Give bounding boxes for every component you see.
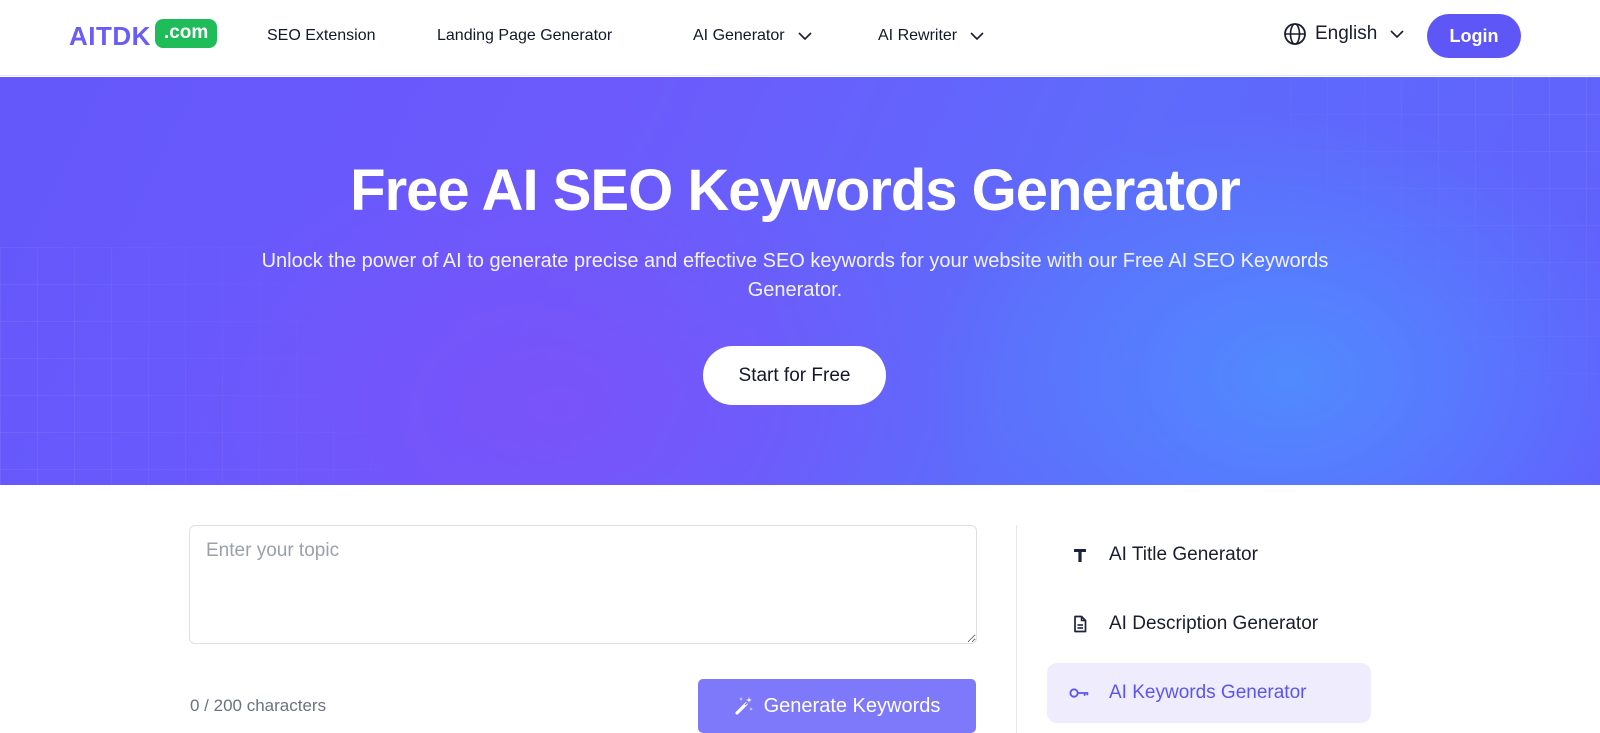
sidebar-item-ai-keywords-generator[interactable]: AI Keywords Generator [1047, 663, 1371, 723]
start-for-free-button[interactable]: Start for Free [703, 346, 886, 405]
document-icon [1069, 613, 1091, 635]
logo-text: AITDK [69, 21, 151, 51]
nav-label: SEO Extension [267, 27, 376, 44]
divider [1016, 525, 1017, 733]
language-selector[interactable]: English [1283, 22, 1405, 46]
logo-badge: .com [154, 18, 218, 48]
character-count: 0 / 200 characters [190, 696, 327, 715]
key-icon [1069, 682, 1091, 704]
magic-wand-icon [735, 697, 753, 715]
nav-ai-rewriter[interactable]: AI Rewriter [878, 24, 985, 48]
topic-input[interactable] [189, 525, 977, 644]
generate-keywords-label: Generate Keywords [763, 694, 941, 717]
chevron-down-icon [798, 32, 812, 41]
decorative-grid [1290, 77, 1600, 407]
nav-label: Landing Page Generator [437, 27, 613, 44]
login-button[interactable]: Login [1427, 14, 1521, 58]
hero-subtitle: Unlock the power of AI to generate preci… [261, 250, 1329, 301]
chevron-down-icon [970, 32, 984, 41]
sidebar-item-ai-title-generator[interactable]: AI Title Generator [1047, 525, 1371, 585]
hero-section: Free AI SEO Keywords Generator Unlock th… [0, 77, 1600, 485]
title-icon [1069, 544, 1091, 566]
language-label: English [1315, 23, 1378, 44]
logo[interactable]: AITDK .com [69, 18, 218, 52]
nav-seo-extension[interactable]: SEO Extension [267, 24, 376, 48]
generate-keywords-button[interactable]: Generate Keywords [698, 679, 976, 733]
sidebar-item-label: AI Keywords Generator [1109, 682, 1307, 703]
page-title: Free AI SEO Keywords Generator [350, 158, 1241, 223]
sidebar-item-label: AI Description Generator [1109, 613, 1319, 634]
nav-label: AI Rewriter [878, 27, 958, 44]
sidebar-item-ai-description-generator[interactable]: AI Description Generator [1047, 594, 1371, 654]
globe-icon [1284, 23, 1306, 45]
site-header: AITDK .com SEO Extension Landing Page Ge… [0, 0, 1600, 76]
nav-landing-page-generator[interactable]: Landing Page Generator [437, 24, 612, 48]
chevron-down-icon [1390, 30, 1404, 39]
sidebar-item-label: AI Title Generator [1109, 544, 1258, 565]
nav-label: AI Generator [693, 27, 785, 44]
nav-ai-generator[interactable]: AI Generator [693, 24, 813, 48]
